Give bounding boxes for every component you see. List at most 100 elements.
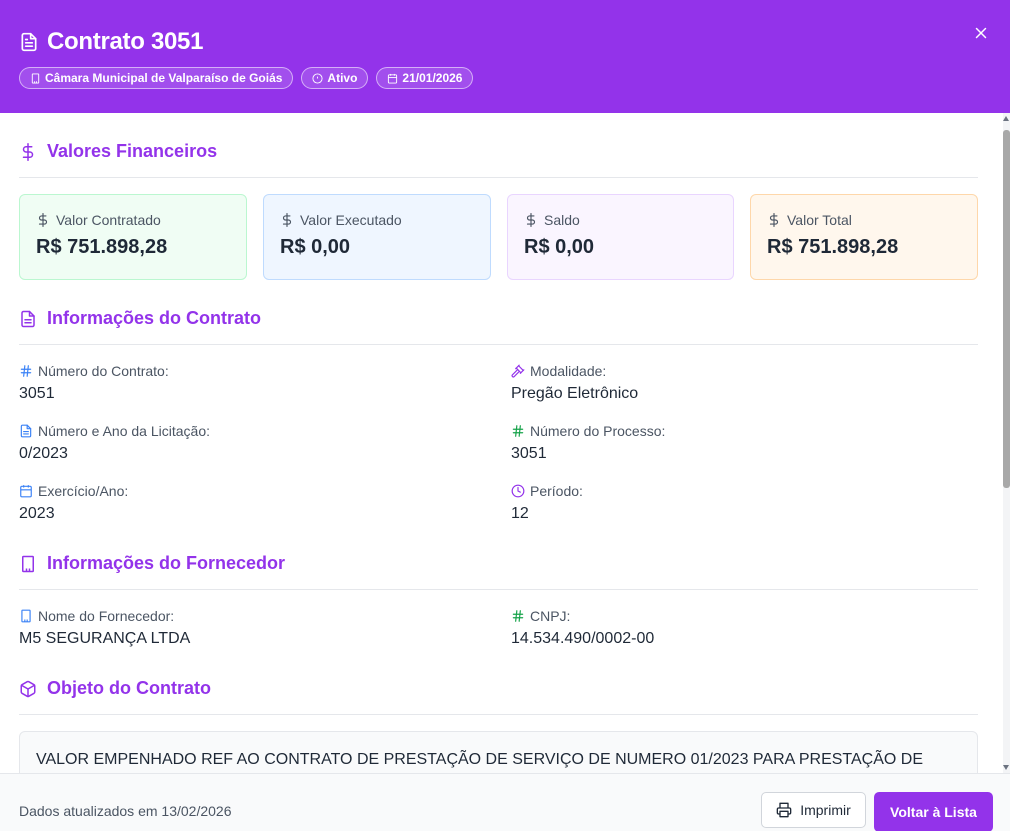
financial-title-label: Valores Financeiros <box>47 141 218 161</box>
field-value: 3051 <box>511 445 547 462</box>
field-label: Período: <box>511 483 583 499</box>
card-value: R$ 0,00 <box>280 236 351 258</box>
card-value: R$ 751.898,28 <box>36 236 168 258</box>
dollar-icon <box>526 213 536 227</box>
card-label: Saldo <box>524 212 717 228</box>
info-icon <box>312 72 323 84</box>
entity-badge: Câmara Municipal de Valparaíso de Goiás <box>19 67 294 89</box>
scroll-up-arrow[interactable] <box>1003 116 1009 121</box>
date-badge: 21/01/2026 <box>376 67 474 89</box>
dollar-icon <box>22 142 34 161</box>
field-value: 12 <box>511 505 529 522</box>
modal-header: Contrato 3051 Câmara Municipal de Valpar… <box>0 0 1010 113</box>
divider <box>19 344 978 345</box>
field-label-text: Modalidade: <box>530 363 607 379</box>
card-valor-executado: Valor Executado R$ 0,00 <box>263 194 491 280</box>
file-text-icon <box>20 424 32 438</box>
divider <box>19 177 978 178</box>
field-nome-fornecedor: Nome do Fornecedor: M5 SEGURANÇA LTDA <box>19 608 190 648</box>
field-value: Pregão Eletrônico <box>511 385 639 402</box>
building-icon <box>21 609 31 623</box>
field-numero-contrato: Número do Contrato: 3051 <box>19 363 169 403</box>
field-label: Número do Processo: <box>511 423 665 439</box>
object-title-label: Objeto do Contrato <box>47 678 211 698</box>
field-label-text: Período: <box>530 483 583 499</box>
divider <box>19 589 978 590</box>
updated-timestamp: Dados atualizados em 13/02/2026 <box>19 803 232 819</box>
field-label: Modalidade: <box>511 363 638 379</box>
field-label: Número do Contrato: <box>19 363 169 379</box>
date-badge-label: 21/01/2026 <box>402 71 463 85</box>
card-saldo: Saldo R$ 0,00 <box>507 194 734 280</box>
field-value: 2023 <box>19 505 55 522</box>
hash-icon <box>20 365 32 377</box>
entity-badge-label: Câmara Municipal de Valparaíso de Goiás <box>45 71 283 85</box>
field-periodo: Período: 12 <box>511 483 583 523</box>
card-label: Valor Total <box>767 212 961 228</box>
card-label-text: Valor Executado <box>300 212 402 228</box>
scrollbar[interactable] <box>1003 113 1010 773</box>
page-title: Contrato 3051 <box>47 28 204 55</box>
scrollbar-thumb[interactable] <box>1003 130 1010 488</box>
field-numero-licitacao: Número e Ano da Licitação: 0/2023 <box>19 423 210 463</box>
dollar-icon <box>769 213 779 227</box>
field-label-text: CNPJ: <box>530 608 571 624</box>
field-exercicio: Exercício/Ano: 2023 <box>19 483 128 523</box>
field-label-text: Número do Contrato: <box>38 363 169 379</box>
building-icon <box>31 72 40 84</box>
file-text-icon <box>21 32 37 52</box>
title-row: Contrato 3051 <box>19 28 203 56</box>
hash-icon <box>512 610 524 622</box>
card-label: Valor Executado <box>280 212 474 228</box>
hash-icon <box>512 425 524 437</box>
card-valor-total: Valor Total R$ 751.898,28 <box>750 194 978 280</box>
card-label-text: Valor Contratado <box>56 212 161 228</box>
field-value: 0/2023 <box>19 445 68 462</box>
clock-icon <box>511 484 525 498</box>
card-label: Valor Contratado <box>36 212 230 228</box>
dollar-icon <box>282 213 292 227</box>
scroll-down-arrow[interactable] <box>1003 765 1009 770</box>
supplier-section-title: Informações do Fornecedor <box>19 553 285 574</box>
gavel-icon <box>511 364 525 378</box>
field-label: Nome do Fornecedor: <box>19 608 190 624</box>
calendar-icon <box>388 73 398 84</box>
financial-section-title: Valores Financeiros <box>19 141 217 162</box>
contract-section-title: Informações do Contrato <box>19 308 261 329</box>
field-label-text: Exercício/Ano: <box>38 483 129 499</box>
field-numero-processo: Número do Processo: 3051 <box>511 423 665 463</box>
field-label: CNPJ: <box>511 608 654 624</box>
field-label: Número e Ano da Licitação: <box>19 423 210 439</box>
field-label-text: Número e Ano da Licitação: <box>38 423 210 439</box>
printer-icon <box>776 802 792 818</box>
field-label-text: Número do Processo: <box>530 423 666 439</box>
modal-content[interactable]: Valores Financeiros Valor Contratado R$ … <box>0 113 1003 773</box>
package-icon <box>20 680 36 697</box>
dollar-icon <box>38 213 48 227</box>
field-value: 14.534.490/0002-00 <box>511 630 655 647</box>
contract-title-label: Informações do Contrato <box>47 308 262 328</box>
status-badge-label: Ativo <box>327 71 358 85</box>
card-label-text: Saldo <box>544 212 580 228</box>
status-badge: Ativo <box>301 67 369 89</box>
field-value: 3051 <box>19 385 55 402</box>
print-button-label: Imprimir <box>800 802 851 818</box>
field-value: M5 SEGURANÇA LTDA <box>19 630 191 647</box>
modal-footer: Dados atualizados em 13/02/2026 Imprimir… <box>0 773 1010 831</box>
field-modalidade: Modalidade: Pregão Eletrônico <box>511 363 638 403</box>
divider <box>19 714 978 715</box>
card-valor-contratado: Valor Contratado R$ 751.898,28 <box>19 194 247 280</box>
field-cnpj: CNPJ: 14.534.490/0002-00 <box>511 608 654 648</box>
object-description: VALOR EMPENHADO REF AO CONTRATO DE PREST… <box>19 731 978 773</box>
object-section-title: Objeto do Contrato <box>19 678 211 699</box>
print-button[interactable]: Imprimir <box>761 792 866 828</box>
building-icon <box>22 555 34 572</box>
supplier-title-label: Informações do Fornecedor <box>47 553 286 573</box>
card-value: R$ 0,00 <box>524 236 595 258</box>
file-text-icon <box>21 310 35 327</box>
card-value: R$ 751.898,28 <box>767 236 899 258</box>
badge-row: Câmara Municipal de Valparaíso de Goiás … <box>19 67 474 89</box>
calendar-icon <box>20 485 32 498</box>
back-to-list-button[interactable]: Voltar à Lista <box>874 792 993 831</box>
close-icon[interactable] <box>972 24 990 42</box>
